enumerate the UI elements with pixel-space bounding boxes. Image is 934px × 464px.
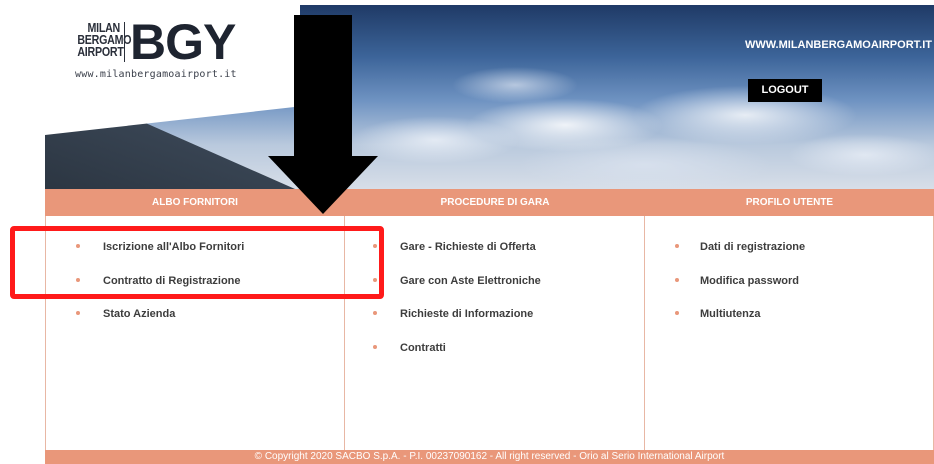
bullet-icon <box>373 311 377 315</box>
menu-item-label: Richieste di Informazione <box>400 308 534 320</box>
section-header-bar: ALBO FORNITORI PROCEDURE DI GARA PROFILO… <box>45 189 934 216</box>
logout-button[interactable]: LOGOUT <box>748 79 822 102</box>
arrow-down-icon <box>294 15 352 156</box>
menu-item-richieste-informazione[interactable]: Richieste di Informazione <box>345 308 541 342</box>
bullet-icon <box>675 244 679 248</box>
header-banner: MILAN BERGAMO AIRPORT BGY www.milanberga… <box>45 5 934 189</box>
menu-item-label: Gare - Richieste di Offerta <box>400 241 536 253</box>
bullet-icon <box>675 311 679 315</box>
logo-panel: MILAN BERGAMO AIRPORT BGY www.milanberga… <box>45 5 300 135</box>
footer-copyright: © Copyright 2020 SACBO S.p.A. - P.I. 002… <box>45 450 934 464</box>
bullet-icon <box>373 344 377 349</box>
column-title-albo-fornitori: ALBO FORNITORI <box>152 197 238 208</box>
red-highlight-box <box>10 226 384 299</box>
logo-text-block: MILAN BERGAMO AIRPORT <box>77 21 131 59</box>
bullet-icon <box>675 277 679 282</box>
menu-item-contratti[interactable]: Contratti <box>345 342 541 376</box>
bullet-icon <box>76 311 80 315</box>
menu-item-multiutenza[interactable]: Multiutenza <box>645 308 805 342</box>
column-title-procedure-di-gara: PROCEDURE DI GARA <box>440 197 550 208</box>
logo-url: www.milanbergamoairport.it <box>75 69 237 80</box>
menu-item-label: Multiutenza <box>700 308 761 320</box>
logo-bgy-mark: BGY <box>130 14 236 70</box>
menu-item-dati-registrazione[interactable]: Dati di registrazione <box>645 241 805 275</box>
menu-item-stato-azienda[interactable]: Stato Azienda <box>46 308 244 342</box>
menu-item-label: Stato Azienda <box>103 308 176 320</box>
logo-line-airport: AIRPORT <box>77 44 124 59</box>
menu-item-label: Contratti <box>400 341 446 354</box>
site-link[interactable]: WWW.MILANBERGAMOAIRPORT.IT <box>745 39 932 51</box>
menu-list-profilo-utente: Dati di registrazione Modifica password … <box>645 241 805 342</box>
column-procedure-di-gara: Gare - Richieste di Offerta Gare con Ast… <box>345 216 645 450</box>
menu-item-label: Dati di registrazione <box>700 241 806 253</box>
column-title-profilo-utente: PROFILO UTENTE <box>745 197 834 208</box>
menu-item-modifica-password[interactable]: Modifica password <box>645 275 805 309</box>
logo-divider <box>124 22 125 62</box>
menu-item-label: Modifica password <box>700 274 800 287</box>
menu-item-label: Gare con Aste Elettroniche <box>400 274 541 287</box>
column-profilo-utente: Dati di registrazione Modifica password … <box>645 216 934 450</box>
